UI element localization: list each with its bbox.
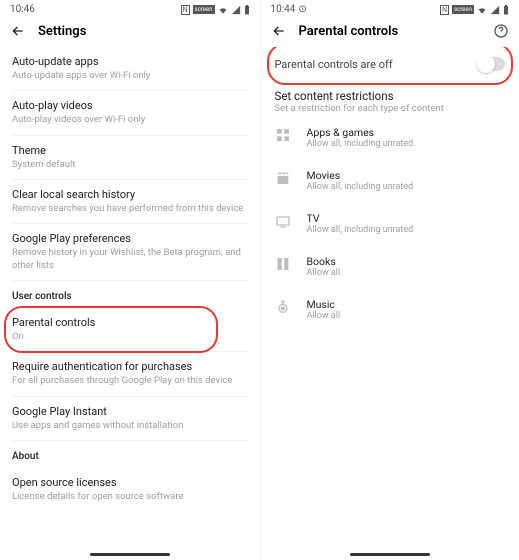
page-title: Settings	[38, 24, 86, 39]
nav-bar	[0, 549, 260, 560]
nav-pill[interactable]	[90, 553, 170, 556]
page-title: Parental controls	[299, 24, 399, 39]
app-bar: Parental controls	[261, 17, 519, 47]
category-books[interactable]: BooksAllow all	[273, 245, 508, 288]
wifi-icon	[477, 5, 487, 15]
music-icon	[275, 299, 291, 315]
status-time: 10:44	[271, 4, 307, 15]
screen-icon: screen	[452, 5, 474, 14]
back-icon[interactable]	[271, 23, 287, 39]
signal-icon	[231, 5, 241, 15]
apps-icon	[275, 127, 291, 143]
section-about: About	[12, 441, 248, 468]
settings-list: Auto-update apps Auto-update apps over W…	[0, 47, 260, 560]
battery-icon	[244, 5, 250, 15]
movies-icon	[275, 170, 291, 186]
setting-play-prefs[interactable]: Google Play preferences Remove history i…	[12, 224, 248, 281]
category-music[interactable]: MusicAllow all	[273, 288, 508, 331]
status-bar: 10:44 N screen	[261, 0, 519, 17]
setting-theme[interactable]: Theme System default	[12, 136, 248, 180]
status-icons: N screen	[440, 5, 509, 15]
help-icon[interactable]	[493, 23, 509, 39]
status-icons: N screen	[181, 5, 250, 15]
setting-play-instant[interactable]: Google Play Instant Use apps and games w…	[12, 397, 248, 441]
signal-icon	[490, 5, 500, 15]
setting-clear-history[interactable]: Clear local search history Remove search…	[12, 180, 248, 224]
category-apps-games[interactable]: Apps & gamesAllow all, including unrated	[273, 116, 508, 159]
category-tv[interactable]: TVAllow all, including unrated	[273, 202, 508, 245]
setting-auto-update[interactable]: Auto-update apps Auto-update apps over W…	[12, 47, 248, 91]
toggle-switch[interactable]	[477, 57, 505, 71]
back-icon[interactable]	[10, 23, 26, 39]
setting-licenses[interactable]: Open source licenses License details for…	[12, 468, 248, 511]
status-bar: 10:46 N screen	[0, 0, 260, 17]
settings-screen: 10:46 N screen Settings Auto-update apps…	[0, 0, 260, 560]
section-user-controls: User controls	[12, 281, 248, 308]
parental-controls-screen: 10:44 N screen Parental controls Parenta…	[260, 0, 519, 560]
restrictions-header: Set content restrictions Set a restricti…	[273, 81, 508, 116]
parental-toggle-row[interactable]: Parental controls are off	[273, 47, 508, 81]
wifi-icon	[218, 5, 228, 15]
toggle-label: Parental controls are off	[275, 58, 393, 71]
nfc-icon: N	[181, 5, 190, 15]
app-bar: Settings	[0, 17, 260, 47]
screen-icon: screen	[193, 5, 215, 14]
tv-icon	[275, 213, 291, 229]
nfc-icon: N	[440, 5, 449, 15]
setting-require-auth[interactable]: Require authentication for purchases For…	[12, 352, 248, 396]
battery-icon	[503, 5, 509, 15]
books-icon	[275, 256, 291, 272]
setting-auto-play[interactable]: Auto-play videos Auto-play videos over W…	[12, 91, 248, 135]
alarm-icon	[298, 4, 307, 13]
status-time: 10:46	[10, 4, 35, 15]
parental-content: Parental controls are off Set content re…	[261, 47, 519, 560]
nav-bar	[261, 549, 519, 560]
setting-parental-controls[interactable]: Parental controls On	[12, 308, 248, 352]
nav-pill[interactable]	[350, 553, 430, 556]
category-movies[interactable]: MoviesAllow all, including unrated	[273, 159, 508, 202]
